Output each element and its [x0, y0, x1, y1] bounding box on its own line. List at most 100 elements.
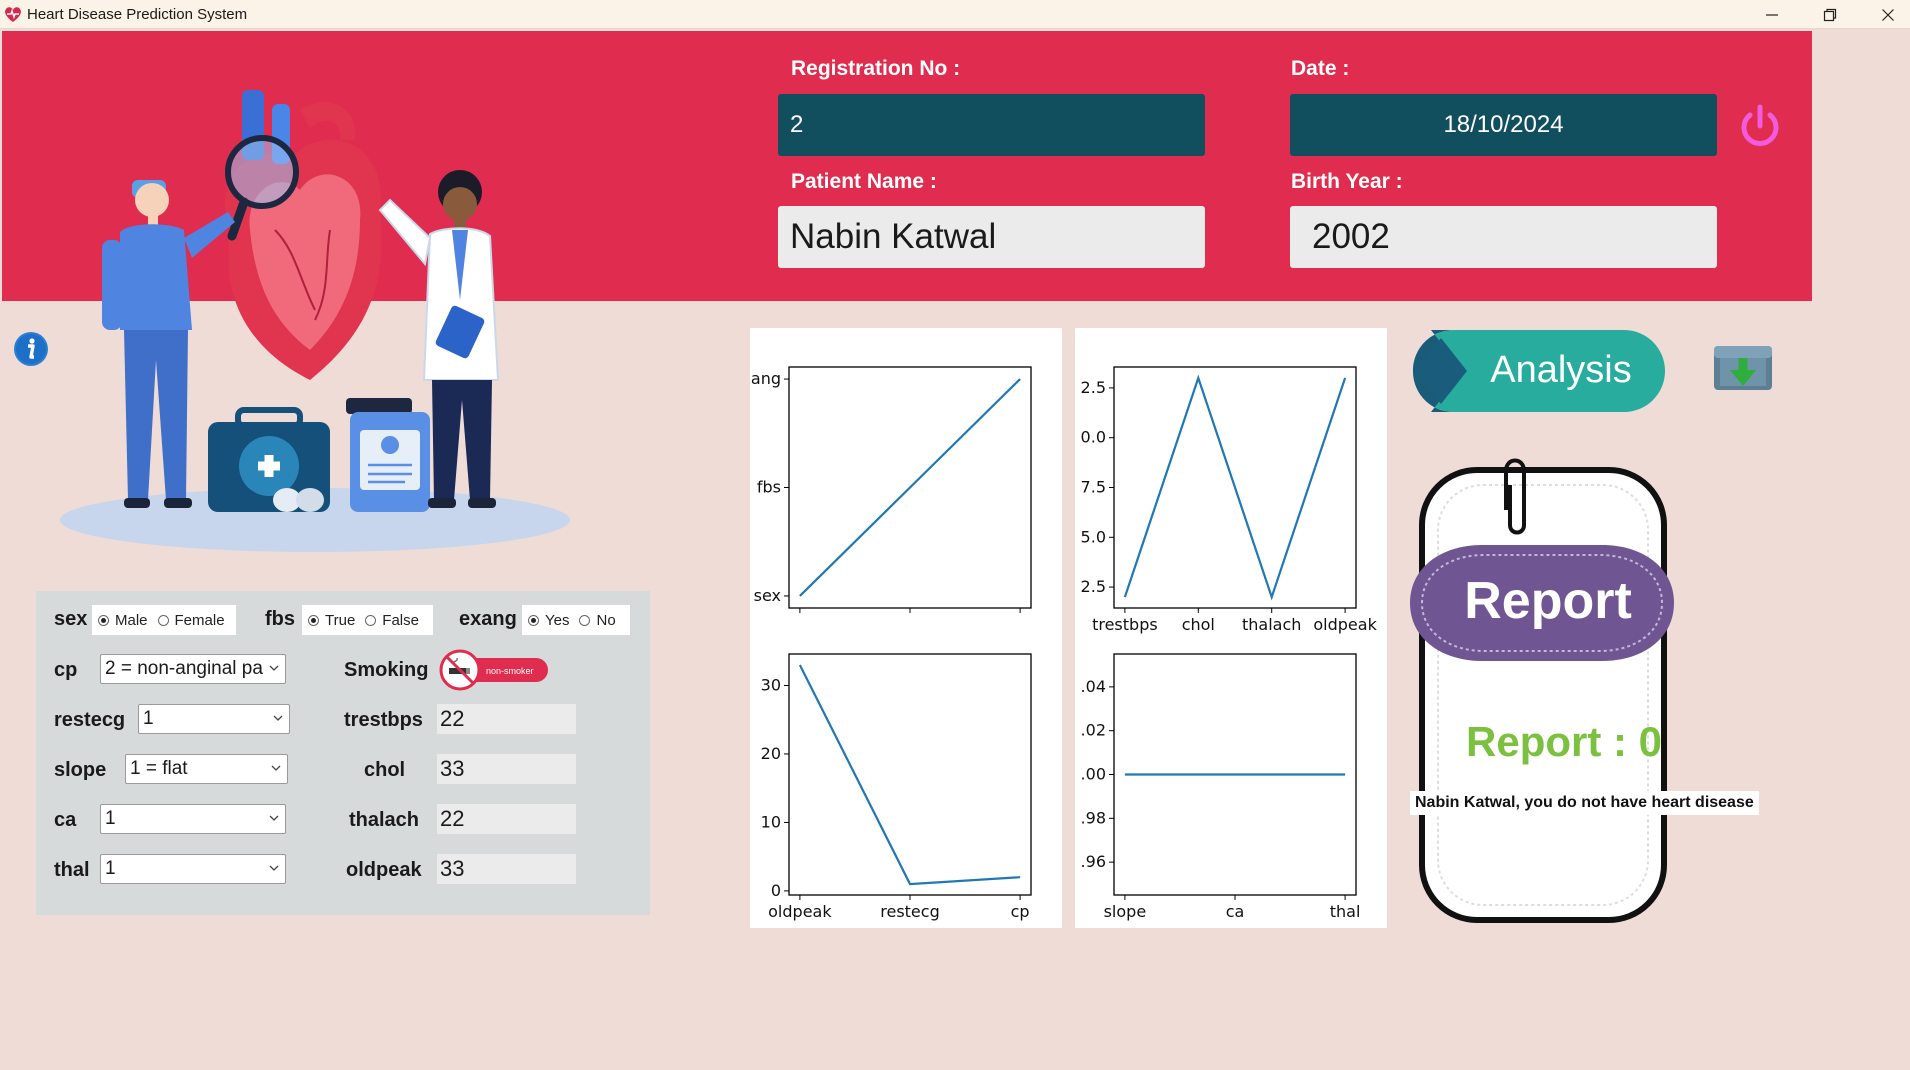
y-tick-label: .96 — [1081, 852, 1106, 871]
thal-select-value: 1 — [105, 858, 116, 879]
restecg-select-value: 1 — [143, 708, 154, 729]
fbs-label: fbs — [265, 608, 295, 630]
ca-select[interactable]: 1 — [100, 804, 286, 834]
chart-frame — [788, 653, 1032, 896]
chevron-down-icon — [269, 815, 279, 821]
x-tick-label: trestbps — [1092, 615, 1158, 634]
ca-label: ca — [54, 809, 77, 831]
cp-select[interactable]: 2 = non-anginal pa — [100, 654, 286, 684]
report-title: Report — [1464, 572, 1632, 630]
x-tick-label: chol — [1182, 615, 1215, 634]
restore-icon — [1823, 8, 1837, 21]
close-button[interactable] — [1859, 0, 1910, 29]
report-message: Nabin Katwal, you do not have heart dise… — [1410, 791, 1759, 815]
thalach-input[interactable]: 22 — [437, 804, 576, 834]
doctors-heart-illustration — [60, 90, 570, 552]
report-result: Report : 0 — [1466, 718, 1663, 765]
report-card: Report — [1410, 458, 1674, 923]
sex-male-label: Male — [115, 611, 148, 629]
series-line — [798, 664, 1021, 886]
trestbps-label: trestbps — [344, 709, 423, 731]
cp-select-value: 2 = non-anginal pa — [105, 658, 263, 679]
radio-checked-icon — [528, 614, 539, 626]
y-tick-label: 20 — [761, 744, 781, 763]
chart-panel-left: sex fbs exang oldpeak restecg cp 0 10 20 30 — [750, 328, 1062, 928]
chol-label: chol — [364, 759, 406, 781]
exang-yes-label: Yes — [545, 611, 570, 629]
info-icon[interactable] — [13, 331, 49, 367]
ca-select-value: 1 — [105, 808, 116, 829]
restecg-select[interactable]: 1 — [138, 704, 290, 734]
date-label: Date : — [1291, 57, 1350, 80]
oldpeak-input[interactable]: 33 — [437, 854, 576, 884]
analysis-button-label: Analysis — [1490, 349, 1632, 391]
registration-label: Registration No : — [791, 57, 961, 80]
radio-checked-icon — [98, 614, 109, 626]
y-tick-label: 2.5 — [1081, 577, 1106, 596]
analysis-button[interactable]: Analysis — [1413, 330, 1665, 412]
x-tick-label: oldpeak — [1313, 615, 1377, 634]
sex-female-option[interactable]: Female — [157, 612, 225, 629]
window-titlebar: Heart Disease Prediction System — [0, 0, 1910, 29]
power-icon[interactable] — [1735, 102, 1785, 152]
birth-year-label: Birth Year : — [1291, 170, 1403, 193]
oldpeak-label: oldpeak — [346, 859, 422, 881]
sex-male-option[interactable]: Male — [98, 612, 148, 629]
download-icon[interactable] — [1712, 340, 1774, 392]
y-tick-label: exang — [750, 369, 781, 388]
thal-select[interactable]: 1 — [100, 854, 286, 884]
y-tick-label: 10 — [761, 812, 781, 831]
heart-icon — [5, 7, 21, 22]
y-tick-label: 7.5 — [1081, 478, 1106, 497]
x-tick-label: cp — [1011, 902, 1030, 921]
radio-unchecked-icon — [157, 614, 169, 626]
exang-no-option[interactable]: No — [579, 611, 616, 629]
y-tick-label: 0 — [771, 881, 781, 900]
minimize-icon — [1766, 13, 1778, 16]
sex-radio-group: Male Female — [92, 605, 236, 635]
radio-unchecked-icon — [365, 614, 377, 626]
registration-input[interactable]: 2 — [778, 94, 1205, 156]
fbs-true-option[interactable]: True — [308, 612, 355, 629]
x-tick-label: slope — [1104, 902, 1147, 921]
close-icon — [1882, 8, 1894, 21]
y-tick-label: .00 — [1081, 765, 1106, 784]
series-line — [1123, 374, 1347, 601]
birth-year-input[interactable]: 2002 — [1290, 206, 1717, 268]
y-tick-label: .02 — [1081, 721, 1106, 740]
chevron-down-icon — [273, 715, 283, 721]
exang-yes-option[interactable]: Yes — [528, 612, 569, 629]
y-tick-label: 5.0 — [1081, 527, 1106, 546]
y-tick-label: .98 — [1081, 808, 1106, 827]
x-tick-label: restecg — [880, 902, 939, 921]
trestbps-input[interactable]: 22 — [437, 704, 576, 734]
y-tick-label: 0.0 — [1081, 428, 1106, 447]
sex-label: sex — [54, 608, 88, 630]
thalach-label: thalach — [349, 809, 420, 831]
patient-name-input[interactable]: Nabin Katwal — [778, 206, 1205, 268]
window-title: Heart Disease Prediction System — [27, 6, 248, 23]
restecg-label: restecg — [54, 709, 126, 731]
minimize-button[interactable] — [1743, 0, 1801, 29]
chart-panel-right: trestbps chol thalach oldpeak 2.5 5.0 7.5 0.0 2.… — [1075, 328, 1387, 928]
fbs-false-option[interactable]: False — [365, 612, 419, 629]
patient-name-label: Patient Name : — [791, 170, 937, 193]
chol-input[interactable]: 33 — [437, 754, 576, 784]
slope-label: slope — [54, 759, 107, 781]
slope-select-value: 1 = flat — [130, 758, 188, 779]
y-tick-label: sex — [754, 586, 781, 605]
restore-button[interactable] — [1801, 0, 1859, 29]
y-tick-label: 2.5 — [1081, 378, 1106, 397]
thal-label: thal — [54, 859, 90, 881]
smoking-toggle[interactable]: non-smoker — [438, 648, 550, 692]
chart-canvas-right: trestbps chol thalach oldpeak 2.5 5.0 7.5 0.0 2.… — [1081, 366, 1378, 921]
date-input[interactable]: 18/10/2024 — [1290, 94, 1717, 156]
cp-label: cp — [54, 659, 78, 681]
exang-no-label: No — [596, 611, 616, 629]
x-tick-label: oldpeak — [768, 902, 832, 921]
fbs-false-label: False — [382, 611, 419, 629]
smoking-toggle-label: non-smoker — [486, 666, 534, 676]
slope-select[interactable]: 1 = flat — [125, 754, 288, 784]
fbs-true-label: True — [325, 611, 356, 629]
y-tick-label: fbs — [757, 478, 781, 497]
